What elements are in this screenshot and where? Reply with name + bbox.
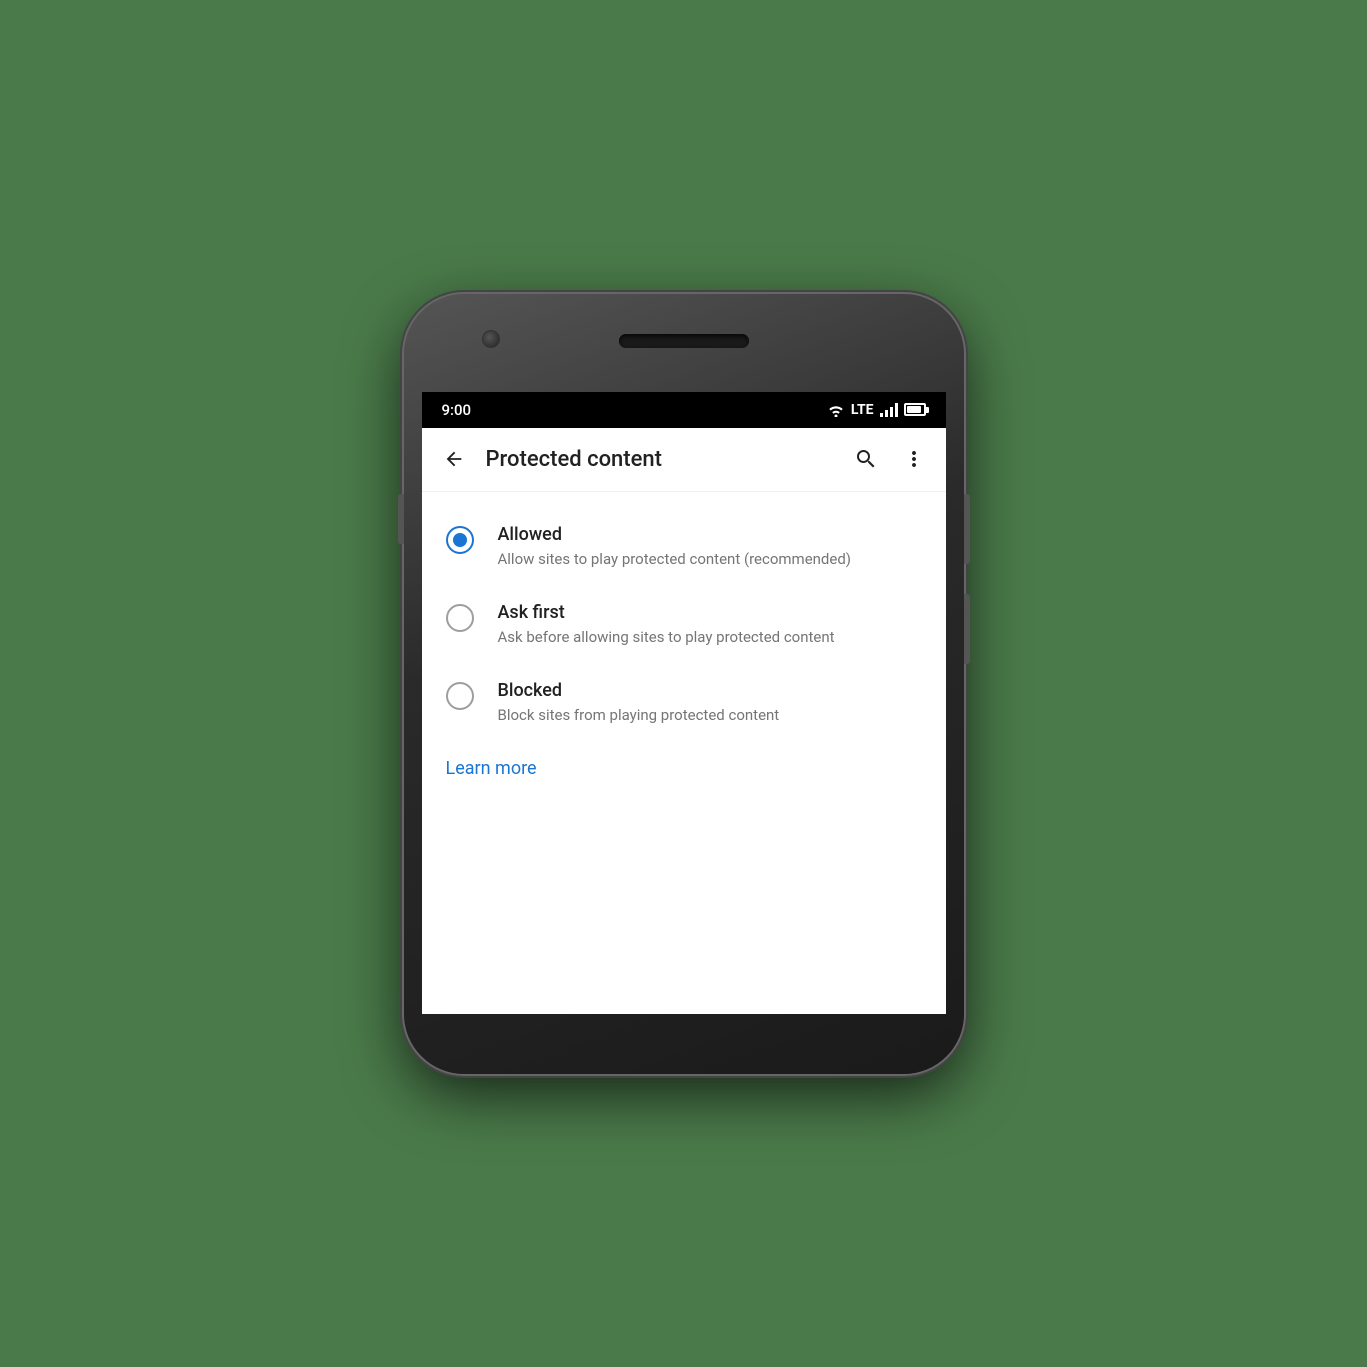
more-vert-icon <box>902 447 926 471</box>
radio-label-blocked: Blocked <box>498 680 922 701</box>
earpiece <box>619 334 749 348</box>
radio-button-allowed[interactable] <box>446 526 474 554</box>
battery-icon <box>904 403 926 416</box>
radio-item-allowed[interactable]: Allowed Allow sites to play protected co… <box>422 508 946 586</box>
radio-button-ask-first[interactable] <box>446 604 474 632</box>
back-button[interactable] <box>430 435 478 483</box>
learn-more-section: Learn more <box>422 742 946 795</box>
power-button <box>964 494 970 564</box>
clock: 9:00 <box>442 401 472 419</box>
phone-top <box>422 312 946 392</box>
phone-frame: 9:00 LTE <box>404 294 964 1074</box>
more-options-button[interactable] <box>890 435 938 483</box>
radio-text-allowed: Allowed Allow sites to play protected co… <box>498 524 922 570</box>
volume-button <box>398 494 404 544</box>
radio-item-blocked[interactable]: Blocked Block sites from playing protect… <box>422 664 946 742</box>
content-area: Allowed Allow sites to play protected co… <box>422 492 946 1014</box>
wifi-icon <box>827 403 845 417</box>
radio-desc-allowed: Allow sites to play protected content (r… <box>498 549 922 570</box>
radio-item-ask-first[interactable]: Ask first Ask before allowing sites to p… <box>422 586 946 664</box>
front-camera <box>482 330 500 348</box>
radio-text-ask-first: Ask first Ask before allowing sites to p… <box>498 602 922 648</box>
back-arrow-icon <box>443 448 465 470</box>
lte-label: LTE <box>851 402 874 418</box>
radio-selected-indicator <box>453 533 467 547</box>
status-bar: 9:00 LTE <box>422 392 946 428</box>
learn-more-link[interactable]: Learn more <box>446 758 537 779</box>
volume-down-button <box>964 594 970 664</box>
radio-text-blocked: Blocked Block sites from playing protect… <box>498 680 922 726</box>
radio-desc-ask-first: Ask before allowing sites to play protec… <box>498 627 922 648</box>
search-icon <box>854 447 878 471</box>
signal-icon <box>880 403 898 417</box>
search-button[interactable] <box>842 435 890 483</box>
app-bar: Protected content <box>422 428 946 492</box>
screen: Protected content Allowed <box>422 428 946 1014</box>
radio-desc-blocked: Block sites from playing protected conte… <box>498 705 922 726</box>
status-icons: LTE <box>827 402 926 418</box>
radio-button-blocked[interactable] <box>446 682 474 710</box>
radio-label-allowed: Allowed <box>498 524 922 545</box>
radio-label-ask-first: Ask first <box>498 602 922 623</box>
page-title: Protected content <box>486 447 842 472</box>
